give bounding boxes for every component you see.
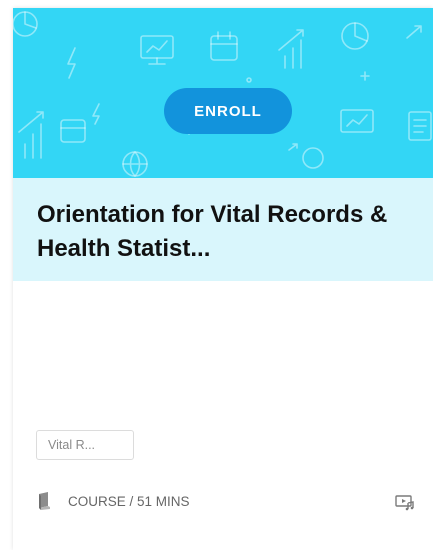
- enroll-button[interactable]: ENROLL: [164, 88, 292, 134]
- category-tag[interactable]: Vital R...: [36, 430, 134, 460]
- media-player-icon[interactable]: [395, 495, 415, 516]
- book-icon: [37, 492, 51, 515]
- course-title[interactable]: Orientation for Vital Records & Health S…: [37, 198, 417, 266]
- course-meta: COURSE / 51 MINS: [68, 494, 190, 509]
- course-banner: ENROLL: [13, 8, 433, 178]
- course-card[interactable]: ENROLL Orientation for Vital Records & H…: [13, 8, 433, 550]
